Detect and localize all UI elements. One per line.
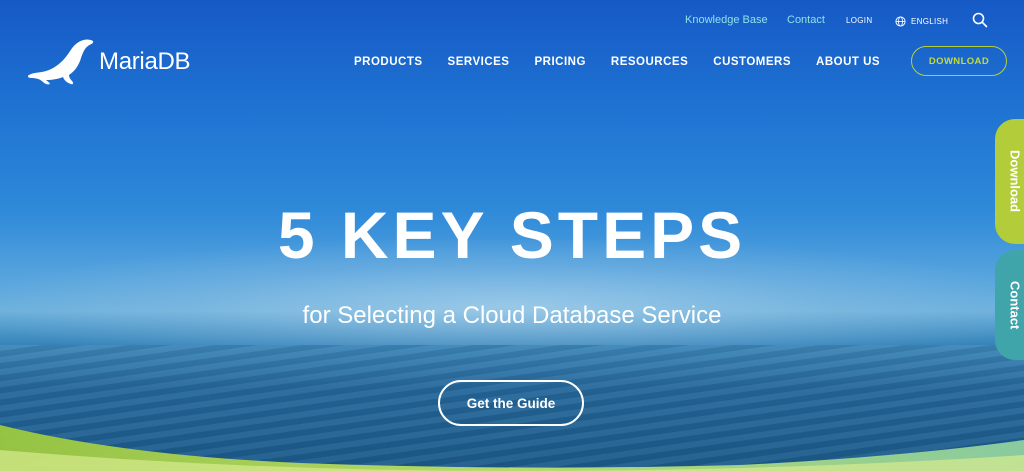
nav-services[interactable]: SERVICES (448, 56, 510, 68)
side-download-label: Download (1007, 150, 1023, 213)
nav-pricing[interactable]: PRICING (534, 56, 585, 68)
language-label: ENGLISH (911, 17, 949, 26)
side-download-tab[interactable]: Download (995, 119, 1024, 244)
knowledge-base-link[interactable]: Knowledge Base (685, 14, 768, 26)
contact-link[interactable]: Contact (787, 14, 825, 26)
nav-products[interactable]: PRODUCTS (354, 56, 423, 68)
nav-customers[interactable]: CUSTOMERS (713, 56, 791, 68)
globe-icon (895, 16, 906, 27)
login-link[interactable]: LOGIN (846, 16, 872, 25)
side-contact-label: Contact (1007, 280, 1023, 330)
language-selector[interactable]: ENGLISH (895, 16, 948, 27)
search-icon[interactable] (972, 12, 988, 28)
seal-logo-icon (27, 39, 94, 85)
side-contact-tab[interactable]: Contact (995, 250, 1024, 360)
nav-about-us[interactable]: ABOUT US (816, 56, 880, 68)
main-nav: PRODUCTS SERVICES PRICING RESOURCES CUST… (354, 56, 880, 68)
get-the-guide-button[interactable]: Get the Guide (438, 380, 584, 426)
mariadb-logo[interactable]: MariaDB (27, 38, 191, 86)
hero-subtitle: for Selecting a Cloud Database Service (302, 302, 722, 329)
logo-text: MariaDB (99, 48, 191, 75)
download-button[interactable]: DOWNLOAD (911, 46, 1007, 76)
nav-resources[interactable]: RESOURCES (611, 56, 688, 68)
hero-title: 5 KEY STEPS (277, 198, 747, 272)
